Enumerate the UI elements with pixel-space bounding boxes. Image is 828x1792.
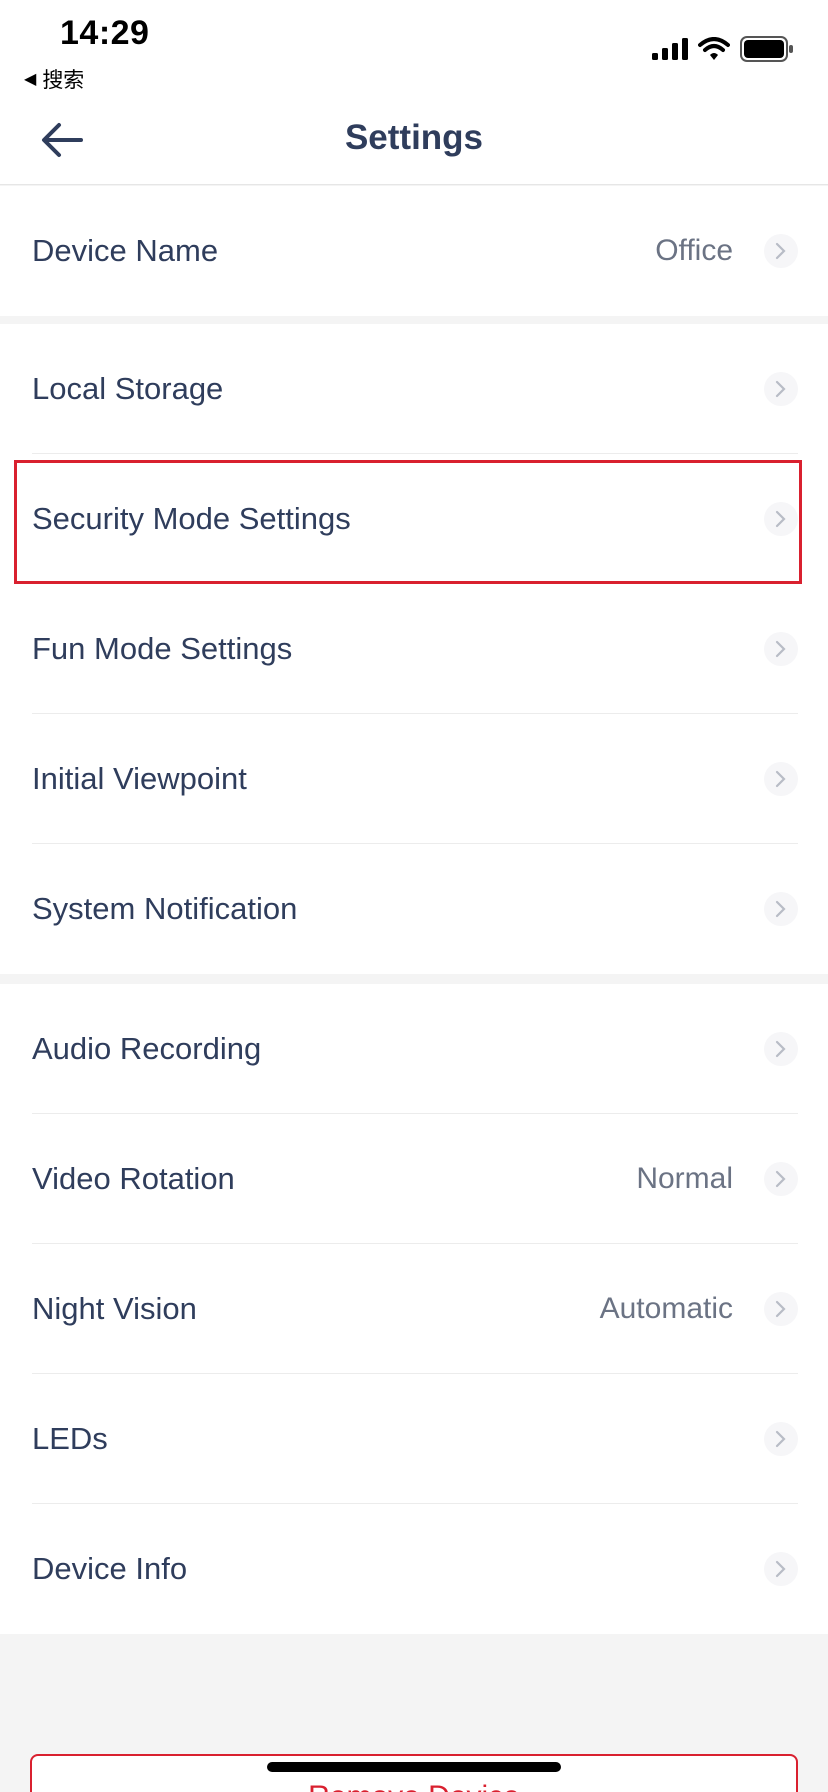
chevron-right-icon [764,1162,798,1196]
chevron-right-icon [764,632,798,666]
home-indicator [267,1762,561,1772]
remove-device-button[interactable]: Remove Device [30,1754,798,1792]
battery-icon [740,36,793,62]
back-to-app-link[interactable]: ◀ 搜索 [24,64,84,94]
status-bar: 14:29 ◀ 搜索 [0,0,828,96]
status-icons [652,36,794,62]
back-triangle-icon: ◀ [24,71,37,88]
settings-item-fun-mode[interactable]: Fun Mode Settings [0,584,828,714]
settings-item-label: Device Info [32,1551,188,1586]
chevron-right-icon [764,892,798,926]
settings-item-night-vision[interactable]: Night Vision Automatic [0,1244,828,1374]
chevron-right-icon [764,1552,798,1586]
chevron-right-icon [764,234,798,268]
settings-item-leds[interactable]: LEDs [0,1374,828,1504]
settings-item-label: Initial Viewpoint [32,761,247,796]
settings-group-2: Local Storage Security Mode Settings Fun… [0,324,828,974]
settings-item-audio-recording[interactable]: Audio Recording [0,984,828,1114]
settings-item-device-name[interactable]: Device Name Office [0,186,828,316]
settings-group-3: Audio Recording Video Rotation Normal Ni… [0,984,828,1634]
settings-item-label: Local Storage [32,371,224,406]
page-title: Settings [344,118,484,157]
status-time: 14:29 [60,14,150,52]
settings-item-label: Device Name [32,233,219,268]
settings-item-video-rotation[interactable]: Video Rotation Normal [0,1114,828,1244]
settings-item-label: System Notification [32,891,298,926]
settings-item-local-storage[interactable]: Local Storage [0,324,828,454]
settings-item-device-info[interactable]: Device Info [0,1504,828,1634]
settings-item-label: Video Rotation [32,1161,235,1196]
wifi-icon [698,37,730,60]
chevron-right-icon [764,762,798,796]
settings-item-value: Automatic [599,1292,733,1325]
settings-item-security-mode[interactable]: Security Mode Settings [0,454,828,584]
settings-item-label: Night Vision [32,1291,197,1326]
settings-item-label: Audio Recording [32,1031,262,1066]
settings-item-value: Normal [636,1162,733,1195]
signal-icon [652,38,688,60]
settings-item-label: Fun Mode Settings [32,631,293,666]
settings-item-label: LEDs [32,1421,108,1456]
chevron-right-icon [764,1422,798,1456]
settings-item-label: Security Mode Settings [32,501,351,536]
remove-device-label: Remove Device [308,1780,520,1792]
settings-item-initial-viewpoint[interactable]: Initial Viewpoint [0,714,828,844]
chevron-right-icon [764,1292,798,1326]
chevron-right-icon [764,1032,798,1066]
chevron-right-icon [764,372,798,406]
settings-item-system-notification[interactable]: System Notification [0,844,828,974]
back-app-label: 搜索 [42,69,85,92]
settings-item-value: Office [655,234,733,267]
chevron-right-icon [764,502,798,536]
settings-group-1: Device Name Office [0,186,828,316]
nav-bar: Settings [0,96,828,185]
